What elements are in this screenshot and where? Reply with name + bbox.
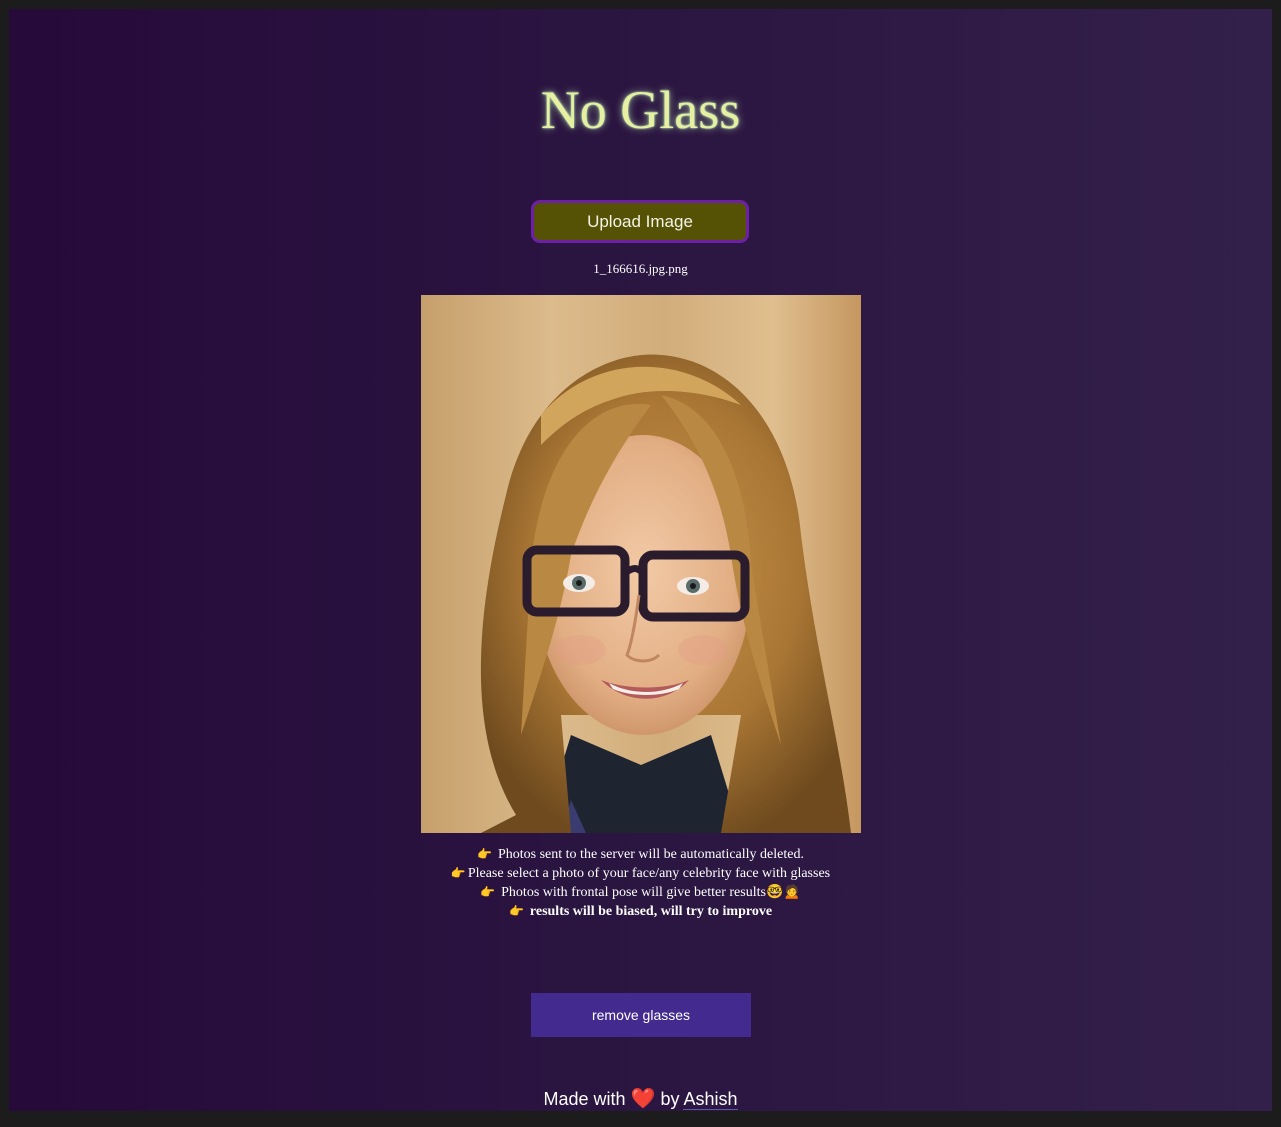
footer-by: by <box>660 1089 680 1109</box>
footer: Made with ❤️ by Ashish <box>9 1086 1272 1111</box>
heart-icon: ❤️ <box>630 1088 656 1110</box>
face-photo <box>421 295 861 833</box>
footer-prefix: Made with <box>543 1089 626 1109</box>
instruction-item: 👉 Please select a photo of your face/any … <box>9 864 1272 883</box>
pointing-hand-icon: 👉 <box>477 847 492 861</box>
remove-glasses-button[interactable]: remove glasses <box>531 993 751 1037</box>
uploaded-photo-preview <box>421 295 861 833</box>
pointing-hand-icon: 👉 <box>450 866 466 880</box>
pointing-hand-icon: 👉 <box>480 885 496 899</box>
instruction-text: results will be biased, will try to impr… <box>529 904 773 919</box>
instruction-item: 👉 Photos sent to the server will be autom… <box>9 845 1272 864</box>
instruction-text: Please select a photo of your face/any c… <box>467 866 831 881</box>
instruction-item: 👉 results will be biased, will try to imp… <box>9 902 1272 921</box>
app-title: No Glass <box>540 80 741 140</box>
instruction-item: 👉 Photos with frontal pose will give bett… <box>9 883 1272 902</box>
selected-filename: 1_166616.jpg.png <box>593 261 688 276</box>
instruction-text: Photos with frontal pose will give bette… <box>501 885 801 900</box>
instruction-text: Photos sent to the server will be automa… <box>497 847 804 862</box>
author-link[interactable]: Ashish <box>683 1089 738 1110</box>
page: No Glass Upload Image 1_166616.jpg.png 👉… <box>9 9 1272 1111</box>
upload-image-button[interactable]: Upload Image <box>531 200 749 243</box>
instructions-list: 👉 Photos sent to the server will be autom… <box>9 845 1272 921</box>
pointing-hand-icon: 👉 <box>508 904 524 918</box>
